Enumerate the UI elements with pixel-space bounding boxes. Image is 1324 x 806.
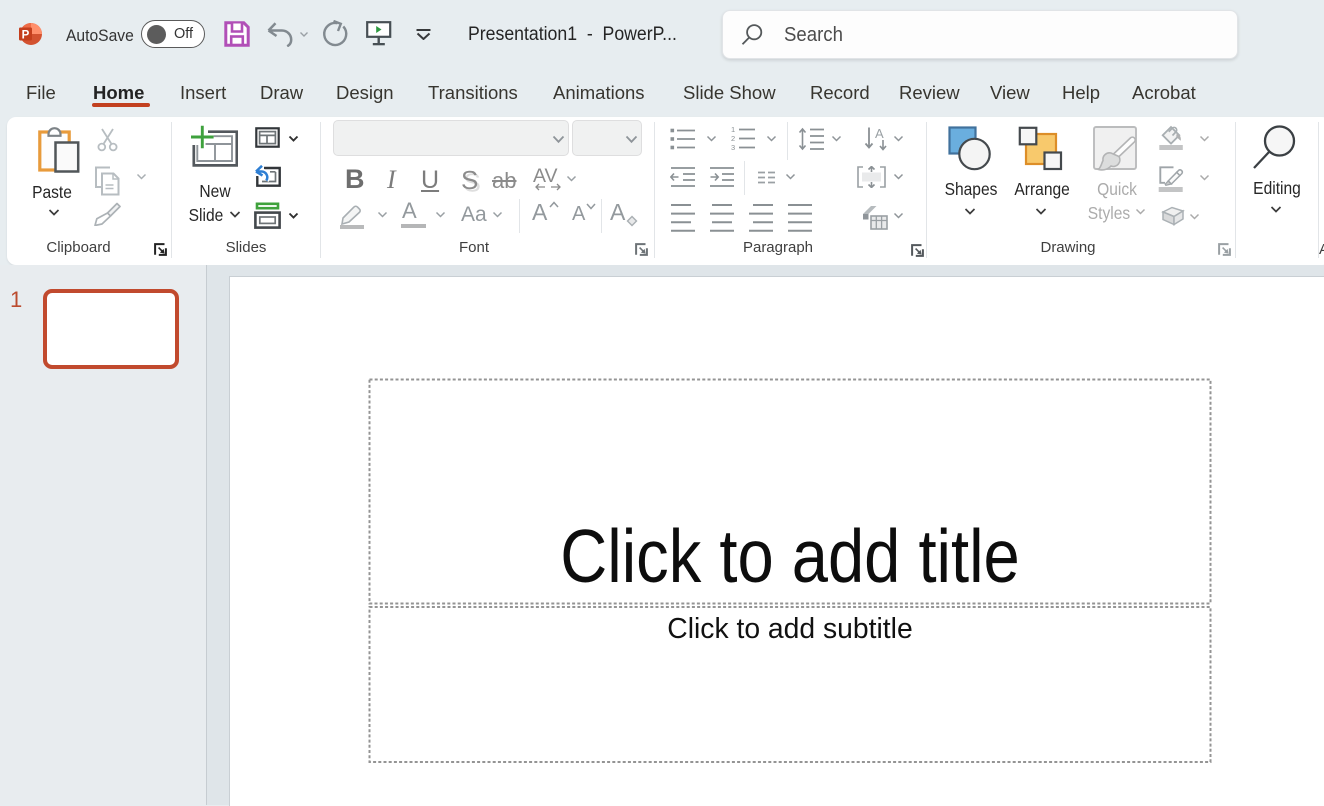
svg-text:3: 3 [731, 143, 735, 151]
svg-text:P: P [22, 30, 30, 42]
svg-text:A: A [875, 126, 884, 141]
svg-text:2: 2 [731, 134, 735, 143]
svg-text:1: 1 [731, 126, 735, 134]
